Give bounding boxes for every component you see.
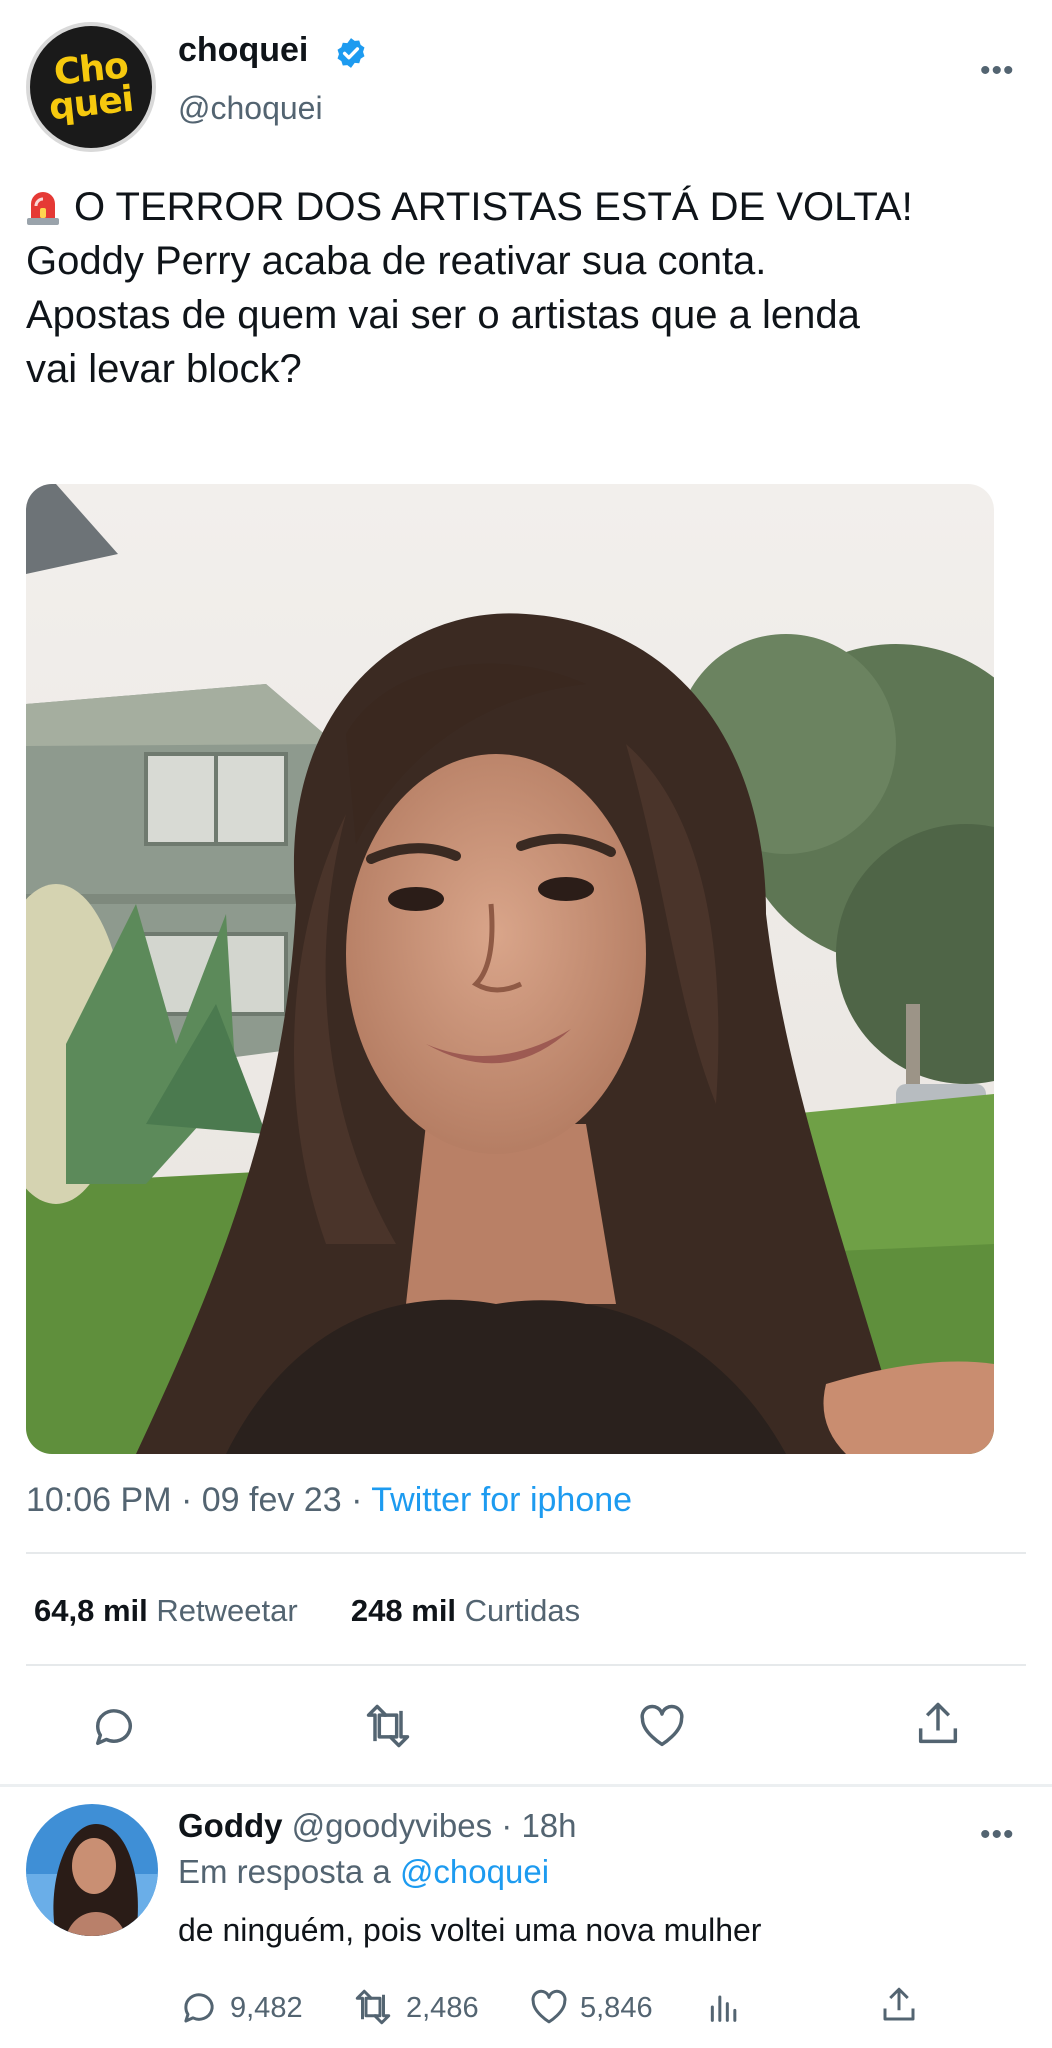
- more-options-icon[interactable]: •••: [980, 54, 1015, 88]
- divider: [26, 1552, 1026, 1554]
- reply-action-bar: 9,482 2,486 5,846: [0, 1978, 1052, 2034]
- reply-context: Em resposta a @choquei: [178, 1852, 549, 1892]
- tweet-stats: 64,8 mil Retweetar 248 mil Curtidas: [34, 1590, 580, 1632]
- source-link[interactable]: Twitter for iphone: [371, 1481, 632, 1519]
- reply-more-options-icon[interactable]: •••: [980, 1818, 1015, 1852]
- verified-badge-icon: [337, 38, 365, 68]
- analytics-icon[interactable]: [704, 1986, 744, 2028]
- logo-text-bottom: quei: [46, 78, 135, 129]
- reply-text: de ninguém, pois voltei uma nova mulher: [178, 1912, 762, 1948]
- like-count: 5,846: [580, 1992, 653, 2024]
- reply-author-name[interactable]: Goddy: [178, 1807, 283, 1844]
- tweet-text-line-2: Goddy Perry acaba de reativar sua conta.: [26, 239, 767, 283]
- retweets-label[interactable]: Retweetar: [156, 1593, 297, 1628]
- reply-icon[interactable]: [178, 1986, 220, 2028]
- reply-context-prefix: Em resposta a: [178, 1853, 391, 1890]
- reply-handle-time[interactable]: @goodyvibes · 18h: [292, 1807, 577, 1844]
- tweet-text-line-1: O TERROR DOS ARTISTAS ESTÁ DE VOLTA!: [26, 180, 1036, 234]
- share-icon[interactable]: [878, 1984, 920, 2026]
- author-avatar[interactable]: Cho quei: [26, 22, 156, 152]
- likes-label[interactable]: Curtidas: [465, 1593, 580, 1628]
- tweet-text-line-4: vai levar block?: [26, 347, 302, 391]
- tweet-separator: [0, 1784, 1052, 1787]
- tweet-text-line-1-text: O TERROR DOS ARTISTAS ESTÁ DE VOLTA!: [74, 185, 913, 229]
- like-icon[interactable]: [636, 1700, 688, 1752]
- reply-mention-link[interactable]: @choquei: [400, 1853, 549, 1890]
- retweet-count: 2,486: [406, 1992, 479, 2024]
- author-handle[interactable]: @choquei: [178, 88, 323, 128]
- tweet-timestamp: 10:06 PM · 09 fev 23 · Twitter for iphon…: [26, 1478, 632, 1522]
- tweet-photo[interactable]: [26, 484, 994, 1454]
- siren-icon: [27, 192, 59, 225]
- reply-icon[interactable]: [88, 1700, 140, 1752]
- tweet-text: O TERROR DOS ARTISTAS ESTÁ DE VOLTA! God…: [26, 180, 1036, 396]
- retweet-icon[interactable]: [350, 1986, 396, 2028]
- tweet-text-line-3: Apostas de quem vai ser o artistas que a…: [26, 293, 860, 337]
- retweet-icon[interactable]: [360, 1700, 416, 1752]
- author-name[interactable]: choquei: [178, 30, 308, 70]
- divider: [26, 1664, 1026, 1666]
- tweet-action-bar: [0, 1690, 1052, 1760]
- reply-avatar[interactable]: [26, 1804, 158, 1936]
- reply-count: 9,482: [230, 1992, 303, 2024]
- reply-avatar-image: [26, 1804, 158, 1936]
- timestamp-text: 10:06 PM · 09 fev 23 ·: [26, 1481, 363, 1519]
- reply-author[interactable]: Goddy @goodyvibes · 18h: [178, 1806, 577, 1846]
- retweets-count[interactable]: 64,8 mil: [34, 1593, 148, 1628]
- likes-count[interactable]: 248 mil: [351, 1593, 456, 1628]
- like-icon[interactable]: [528, 1986, 570, 2028]
- share-icon[interactable]: [912, 1698, 964, 1750]
- photo-illustration: [26, 484, 994, 1454]
